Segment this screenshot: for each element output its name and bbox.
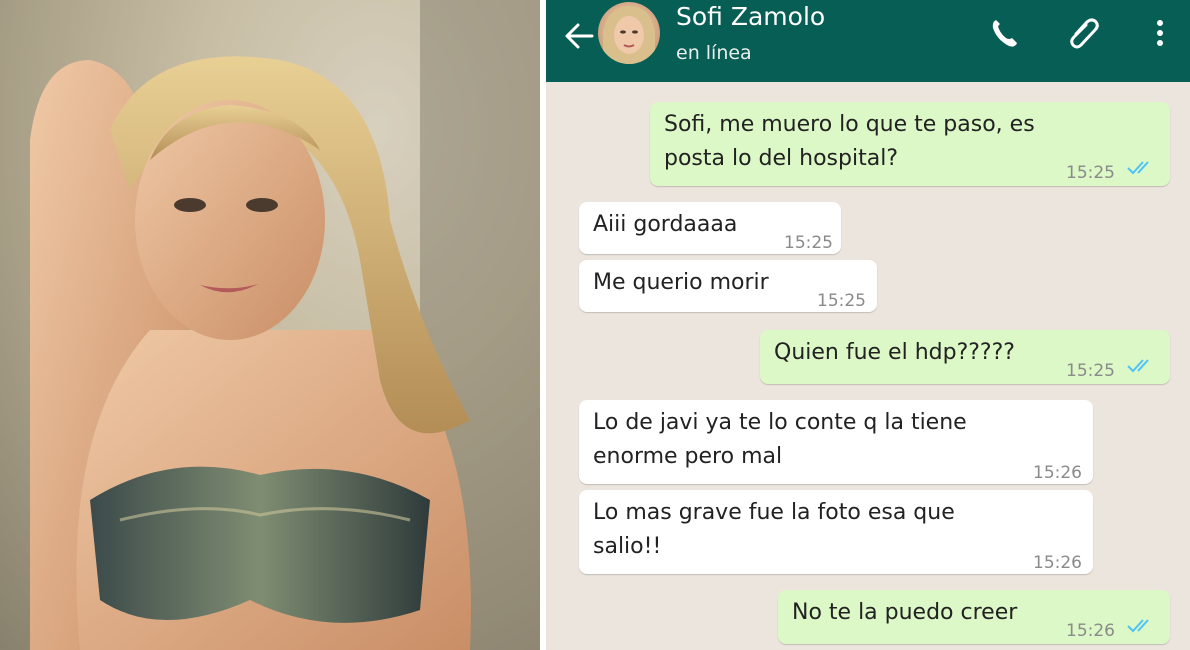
woman-photo-illustration bbox=[0, 0, 540, 650]
chat-screen: Sofi Zamolo en línea Sofi, me muero lo q… bbox=[546, 0, 1190, 650]
message-bubble-incoming[interactable]: Me querio morir 15:25 bbox=[579, 260, 877, 312]
message-text-line: Sofi, me muero lo que te paso, es bbox=[664, 112, 1035, 137]
message-time: 15:26 bbox=[1033, 553, 1082, 573]
message-text-line: Lo de javi ya te lo conte q la tiene bbox=[593, 410, 967, 435]
message-bubble-outgoing[interactable]: Quien fue el hdp????? 15:25 bbox=[760, 330, 1170, 384]
message-time: 15:26 bbox=[1033, 463, 1082, 483]
message-bubble-incoming[interactable]: Aiii gordaaaa 15:25 bbox=[579, 202, 841, 254]
read-receipt-icon bbox=[1127, 359, 1149, 373]
message-bubble-outgoing[interactable]: Sofi, me muero lo que te paso, es posta … bbox=[650, 102, 1170, 186]
phone-icon[interactable] bbox=[988, 14, 1022, 52]
contact-name[interactable]: Sofi Zamolo bbox=[676, 2, 825, 31]
message-text-line: enorme pero mal bbox=[593, 444, 783, 469]
message-bubble-outgoing[interactable]: No te la puedo creer 15:26 bbox=[778, 590, 1170, 644]
message-time: 15:25 bbox=[817, 291, 866, 311]
message-time: 15:25 bbox=[784, 233, 833, 253]
more-vert-icon[interactable] bbox=[1143, 14, 1177, 52]
message-text-line: salio!! bbox=[593, 534, 662, 559]
chat-header: Sofi Zamolo en línea bbox=[546, 0, 1190, 82]
read-receipt-icon bbox=[1127, 619, 1149, 633]
paperclip-icon[interactable] bbox=[1066, 14, 1100, 52]
message-time: 15:26 bbox=[1066, 621, 1115, 641]
contact-status: en línea bbox=[676, 42, 752, 64]
message-bubble-incoming[interactable]: Lo mas grave fue la foto esa que salio!!… bbox=[579, 490, 1093, 574]
message-time: 15:25 bbox=[1066, 163, 1115, 183]
back-arrow-icon[interactable] bbox=[562, 19, 596, 53]
contact-avatar[interactable] bbox=[598, 2, 660, 64]
message-text-line: Lo mas grave fue la foto esa que bbox=[593, 500, 955, 525]
read-receipt-icon bbox=[1127, 161, 1149, 175]
promo-photo bbox=[0, 0, 540, 650]
avatar-face-icon bbox=[603, 6, 655, 64]
message-time: 15:25 bbox=[1066, 361, 1115, 381]
message-bubble-incoming[interactable]: Lo de javi ya te lo conte q la tiene eno… bbox=[579, 400, 1093, 484]
